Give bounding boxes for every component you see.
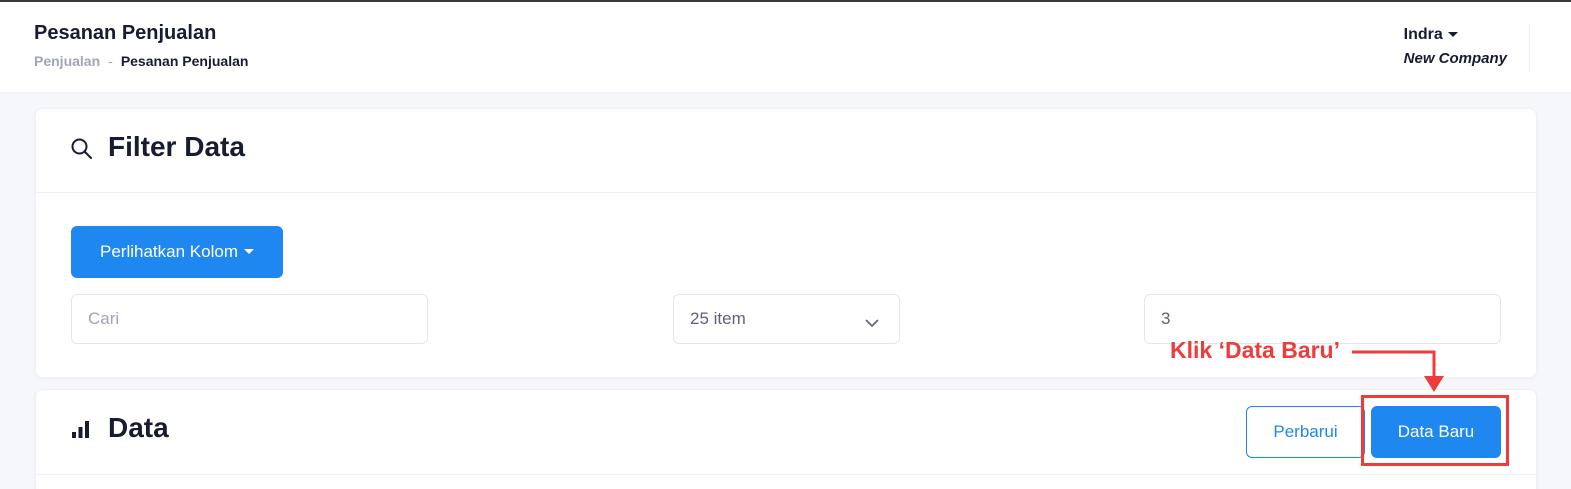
card-divider xyxy=(36,474,1536,475)
breadcrumb-parent-link[interactable]: Penjualan xyxy=(34,53,100,69)
card-divider xyxy=(36,192,1536,193)
annotation-label: Klik ‘Data Baru’ xyxy=(1170,337,1340,363)
company-name: New Company xyxy=(1403,50,1507,67)
show-columns-label: Perlihatkan Kolom xyxy=(100,242,238,261)
page-size-value: 25 item xyxy=(690,309,746,328)
user-name-toggle[interactable]: Indra xyxy=(1404,26,1507,44)
page-number-value: 3 xyxy=(1161,309,1171,328)
breadcrumb-current: Pesanan Penjualan xyxy=(120,53,249,69)
user-menu[interactable]: Indra New Company xyxy=(1404,26,1507,67)
data-card: Data Perbarui Data Baru xyxy=(35,389,1537,489)
breadcrumb-separator: - xyxy=(108,53,113,69)
page-title: Pesanan Penjualan xyxy=(34,22,217,44)
filter-title: Filter Data xyxy=(108,131,245,162)
refresh-label: Perbarui xyxy=(1273,422,1338,441)
show-columns-button[interactable]: Perlihatkan Kolom xyxy=(71,226,283,278)
search-input[interactable]: Cari xyxy=(71,294,428,344)
top-header: Pesanan Penjualan Penjualan - Pesanan Pe… xyxy=(0,2,1571,92)
user-name: Indra xyxy=(1403,26,1443,43)
caret-down-icon xyxy=(1447,31,1458,37)
search-icon xyxy=(70,137,94,166)
breadcrumb: Penjualan - Pesanan Penjualan xyxy=(34,53,248,69)
annotation-arrow-icon xyxy=(1350,342,1450,401)
page-size-select[interactable]: 25 item xyxy=(673,294,900,344)
refresh-button[interactable]: Perbarui xyxy=(1246,406,1365,458)
bar-chart-icon xyxy=(71,421,91,444)
search-placeholder: Cari xyxy=(88,309,120,328)
chevron-down-icon xyxy=(865,313,879,333)
header-divider xyxy=(1529,24,1530,72)
annotation-highlight-box xyxy=(1361,395,1509,466)
data-title: Data xyxy=(108,412,169,443)
caret-down-icon xyxy=(243,248,254,254)
